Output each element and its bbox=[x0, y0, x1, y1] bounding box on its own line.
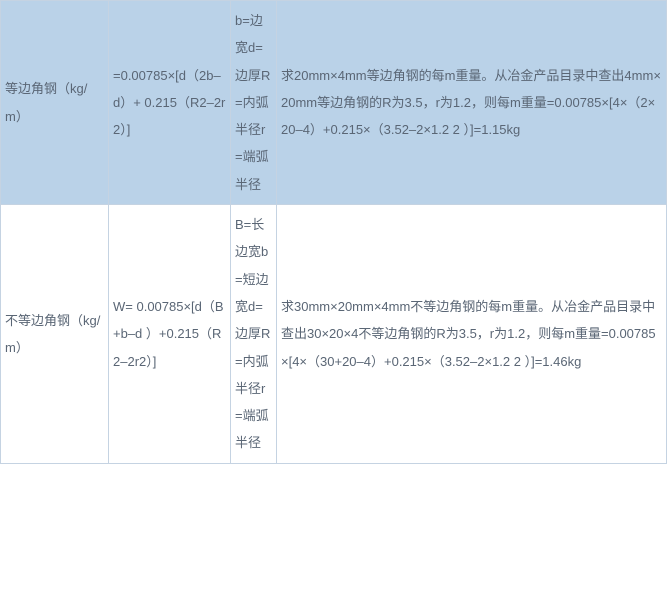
cell-formula: W= 0.00785×[d（B+b–d ）+0.215（R2–2r2）] bbox=[109, 205, 231, 464]
cell-name: 不等边角钢（kg/m） bbox=[1, 205, 109, 464]
cell-example: 求20mm×4mm等边角钢的每m重量。从冶金产品目录中查出4mm×20mm等边角… bbox=[277, 1, 667, 205]
cell-symbols: b=边宽d=边厚R=内弧半径r=端弧半径 bbox=[231, 1, 277, 205]
cell-symbols: B=长边宽b=短边宽d=边厚R=内弧半径r=端弧半径 bbox=[231, 205, 277, 464]
cell-example: 求30mm×20mm×4mm不等边角钢的每m重量。从冶金产品目录中查出30×20… bbox=[277, 205, 667, 464]
cell-name: 等边角钢（kg/m） bbox=[1, 1, 109, 205]
table-row: 不等边角钢（kg/m） W= 0.00785×[d（B+b–d ）+0.215（… bbox=[1, 205, 667, 464]
cell-formula: =0.00785×[d（2b–d）+ 0.215（R2–2r2）] bbox=[109, 1, 231, 205]
table-row: 等边角钢（kg/m） =0.00785×[d（2b–d）+ 0.215（R2–2… bbox=[1, 1, 667, 205]
steel-weight-table: 等边角钢（kg/m） =0.00785×[d（2b–d）+ 0.215（R2–2… bbox=[0, 0, 667, 464]
